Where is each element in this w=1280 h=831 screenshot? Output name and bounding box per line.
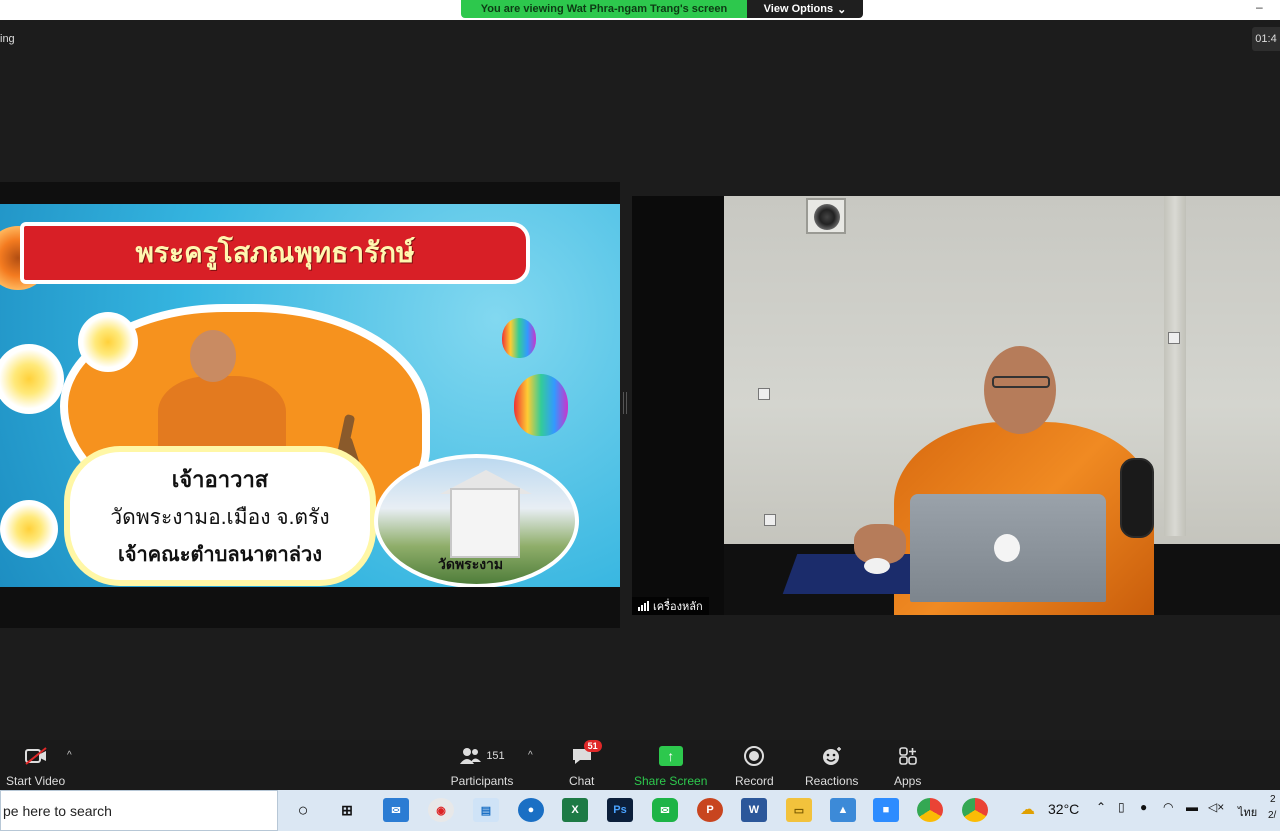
wall-socket [764, 514, 776, 526]
microphone [1120, 458, 1154, 538]
record-icon [742, 744, 766, 768]
share-screen-icon: ↑ [658, 744, 683, 768]
apps-label: Apps [894, 774, 922, 788]
share-screen-button[interactable]: ↑ Share Screen [634, 744, 707, 788]
reactions-button[interactable]: Reactions [805, 744, 858, 788]
mouse-pad [782, 554, 928, 594]
screen-share-topbar: You are viewing Wat Phra-ngam Trang's sc… [0, 0, 1280, 20]
signal-strength-icon [638, 601, 649, 611]
participant-name-tag: เครื่องหลัก [632, 597, 709, 615]
hot-air-balloon [502, 318, 536, 358]
apple-logo-icon [994, 534, 1020, 562]
meeting-title: ing [0, 33, 15, 45]
search-placeholder: pe here to search [3, 802, 112, 819]
glasses [992, 376, 1050, 388]
dell-app-icon[interactable]: ● [518, 798, 544, 822]
apps-button[interactable]: Apps [894, 744, 921, 788]
mail-app-icon[interactable]: ✉ [383, 798, 409, 822]
chat-label: Chat [569, 774, 595, 788]
participants-count: 151 [486, 750, 505, 762]
participants-icon: 151 [450, 744, 514, 768]
powerpoint-app-icon[interactable]: P [697, 798, 723, 822]
record-label: Record [735, 774, 774, 788]
flower-decoration [0, 500, 58, 558]
participants-label: Participants [450, 774, 514, 788]
photos-app-icon[interactable]: ▲ [830, 798, 856, 822]
windows-taskbar: pe here to search ○ ⊞ ✉ ◉ ▤ ● X Ps ✉ P W… [0, 790, 1280, 831]
minimize-button[interactable]: – [1256, 0, 1268, 14]
hot-air-balloon [514, 374, 568, 436]
chat-unread-badge: 51 [583, 740, 602, 752]
pane-resize-handle[interactable] [623, 392, 627, 414]
chrome-app-icon[interactable] [962, 798, 988, 822]
view-options-label: View Options [763, 3, 834, 15]
temple-building [450, 488, 520, 558]
device-icon[interactable]: ▯ [1118, 800, 1125, 814]
reactions-label: Reactions [805, 774, 859, 788]
slide-caption: เจ้าอาวาส วัดพระงามอ.เมือง จ.ตรัง เจ้าคณ… [70, 452, 370, 580]
flower-decoration [78, 312, 138, 372]
clock-date[interactable]: 2/ [1268, 810, 1276, 821]
participant-video [724, 196, 1280, 615]
microphone-icon[interactable]: ● [1140, 800, 1147, 814]
file-explorer-icon[interactable]: ▭ [786, 798, 812, 822]
laptop [910, 494, 1106, 602]
meeting-timer: 01:4 [1252, 27, 1280, 51]
apps-icon [896, 744, 920, 768]
caption-line-1: เจ้าอาวาส [171, 467, 269, 492]
excel-app-icon[interactable]: X [562, 798, 588, 822]
mouse [864, 558, 890, 574]
shared-slide: พระครูโสภณพุทธารักษ์ เจ้าอาวาส วัดพระงาม… [0, 204, 620, 587]
temple-photo: วัดพระงาม [374, 454, 579, 587]
ventilation-fan [806, 198, 846, 234]
show-hidden-icons-icon[interactable]: ⌃ [1096, 800, 1106, 814]
meeting-toolbar: Start Video ^ 151 Participants ^ 51 Chat… [0, 740, 1280, 790]
monk-portrait [150, 324, 290, 466]
word-app-icon[interactable]: W [741, 798, 767, 822]
clock-time[interactable]: 2 [1270, 794, 1276, 805]
share-screen-label: Share Screen [634, 774, 708, 788]
participants-options-caret[interactable]: ^ [528, 750, 533, 761]
slide-title-banner: พระครูโสภณพุทธารักษ์ [20, 222, 530, 284]
wifi-icon[interactable]: ◠ [1163, 800, 1173, 814]
chrome-app-icon[interactable] [917, 798, 943, 822]
head [190, 330, 236, 382]
chat-icon: 51 [570, 740, 602, 768]
caption-line-3: เจ้าคณะตำบลนาตาล่วง [117, 544, 322, 566]
participant-name: เครื่องหลัก [653, 601, 703, 613]
viewing-banner: You are viewing Wat Phra-ngam Trang's sc… [461, 0, 747, 18]
flower-decoration [0, 344, 64, 414]
view-options-button[interactable]: View Options ⌄ [747, 0, 863, 18]
caption-line-2: วัดพระงามอ.เมือง จ.ตรัง [110, 506, 330, 529]
participant-video-pane [632, 196, 1280, 615]
app-icon[interactable]: ◉ [428, 798, 454, 822]
video-off-icon [24, 744, 48, 768]
start-video-label: Start Video [6, 774, 66, 788]
zoom-app-icon[interactable]: ■ [873, 798, 899, 822]
task-view-icon[interactable]: ⊞ [334, 798, 360, 822]
input-language[interactable]: ไทย [1238, 803, 1257, 821]
photoshop-app-icon[interactable]: Ps [607, 798, 633, 822]
head [984, 346, 1056, 434]
temple-photo-label: วัดพระงาม [438, 556, 504, 572]
taskbar-search-input[interactable]: pe here to search [0, 790, 278, 831]
weather-icon[interactable]: ☁ [1020, 800, 1035, 818]
battery-icon[interactable]: ▬ [1186, 800, 1198, 814]
task-view-circle-icon[interactable]: ○ [290, 798, 316, 822]
shared-screen-pane: พระครูโสภณพุทธารักษ์ เจ้าอาวาส วัดพระงาม… [0, 182, 620, 628]
video-options-caret[interactable]: ^ [67, 750, 72, 761]
wall-socket [758, 388, 770, 400]
app-icon[interactable]: ▤ [473, 798, 499, 822]
record-button[interactable]: Record [735, 744, 774, 788]
start-video-button[interactable]: Start Video [6, 744, 65, 788]
reactions-icon [820, 744, 844, 768]
line-app-icon[interactable]: ✉ [652, 798, 678, 822]
wall-socket [1168, 332, 1180, 344]
volume-muted-icon[interactable]: ◁× [1208, 800, 1224, 814]
weather-temperature[interactable]: 32°C [1048, 801, 1079, 817]
participants-button[interactable]: 151 Participants [450, 744, 514, 788]
chat-button[interactable]: 51 Chat [569, 740, 602, 788]
chevron-down-icon: ⌄ [837, 3, 847, 16]
fan-icon [814, 204, 840, 230]
